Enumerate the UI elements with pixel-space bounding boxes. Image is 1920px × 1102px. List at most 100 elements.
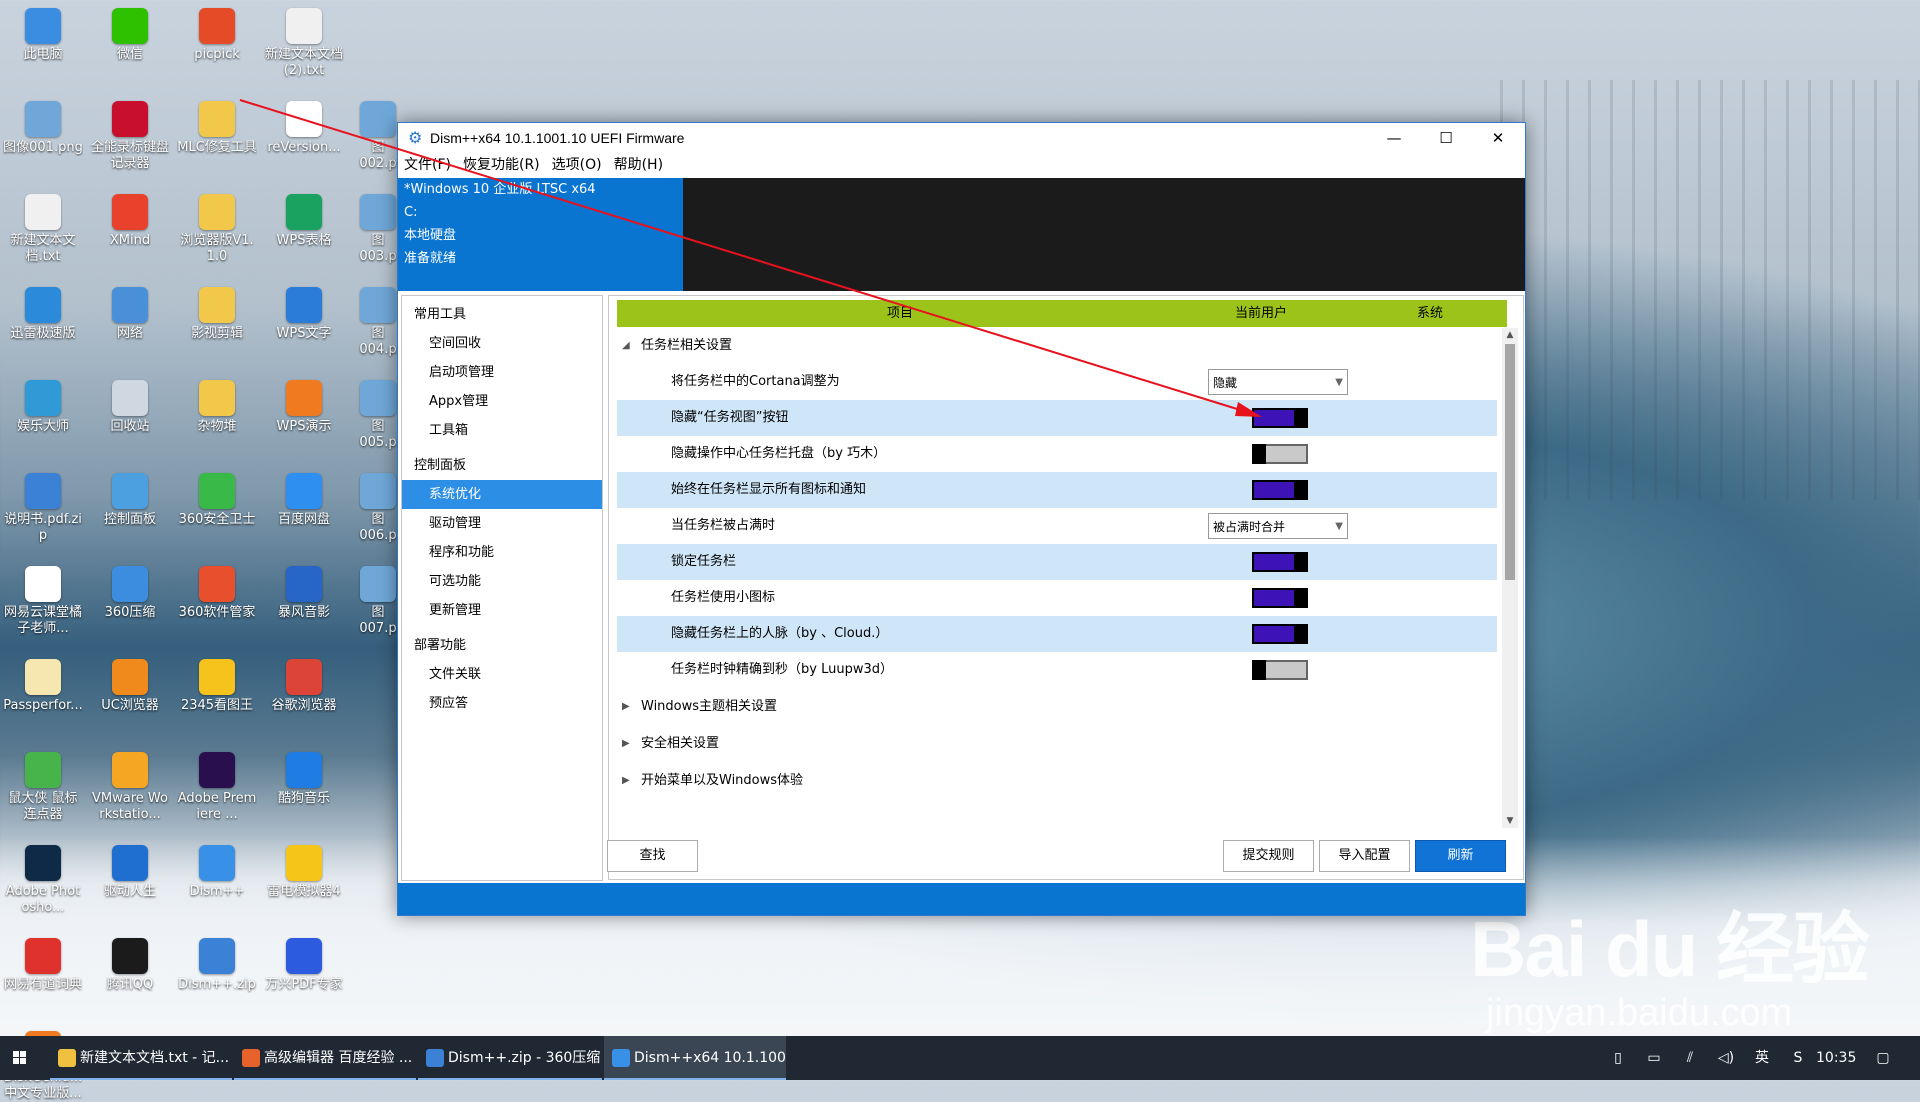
desktop-icon[interactable]: 新建文本文档 (2).txt [264, 4, 344, 79]
desktop-icon[interactable]: 控制面板 [90, 469, 170, 528]
taskbar-task[interactable]: Dism++x64 10.1.100... [604, 1036, 786, 1080]
expand-down-icon[interactable]: ◢ [622, 327, 630, 364]
desktop-icon[interactable]: 回收站 [90, 376, 170, 435]
sidebar-item-file-association[interactable]: 文件关联 [402, 660, 602, 689]
setting-toggle[interactable] [1252, 480, 1308, 500]
find-button[interactable]: 查找 [607, 840, 698, 872]
sidebar-item-appx-manager[interactable]: Appx管理 [402, 387, 602, 416]
desktop-icon[interactable]: Adobe Photosho... [3, 841, 83, 916]
desktop-icon[interactable]: WPS文字 [264, 283, 344, 342]
expand-right-icon[interactable]: ▶ [622, 688, 630, 725]
setting-toggle[interactable] [1252, 660, 1308, 680]
desktop-icon[interactable]: 驱动人生 [90, 841, 170, 900]
section-header[interactable]: ▶ 安全相关设置 [617, 725, 1497, 762]
setting-toggle[interactable] [1252, 444, 1308, 464]
scroll-thumb[interactable] [1505, 344, 1515, 580]
antivirus-icon[interactable]: S [1788, 1048, 1808, 1068]
desktop-icon[interactable]: 360软件管家 [177, 562, 257, 621]
desktop-icon[interactable]: 谷歌浏览器 [264, 655, 344, 714]
desktop-icon[interactable]: 杂物堆 [177, 376, 257, 435]
desktop-icon[interactable]: 暴风音影 [264, 562, 344, 621]
scroll-up-icon[interactable]: ▲ [1502, 328, 1518, 342]
desktop-icon[interactable]: 微信 [90, 4, 170, 63]
desktop-icon[interactable]: 腾讯QQ [90, 934, 170, 993]
desktop-icon[interactable]: 新建文本文档.txt [3, 190, 83, 265]
setting-toggle[interactable] [1252, 624, 1308, 644]
desktop-icon[interactable]: 网易云课堂橘子老师... [3, 562, 83, 637]
start-button[interactable] [0, 1036, 40, 1080]
desktop-icon[interactable]: 百度网盘 [264, 469, 344, 528]
system-info-panel[interactable]: *Windows 10 企业版 LTSC x64 C: 本地硬盘 准备就绪 [398, 178, 683, 291]
desktop-icon[interactable]: reVersion... [264, 97, 344, 156]
desktop-icon[interactable]: 网络 [90, 283, 170, 342]
desktop-icon[interactable]: 全能录标键盘记录器 [90, 97, 170, 172]
desktop-icon[interactable]: Adobe Premiere ... [177, 748, 257, 823]
sidebar-item-driver-manager[interactable]: 驱动管理 [402, 509, 602, 538]
desktop-icon[interactable]: Dism++ [177, 841, 257, 900]
desktop-icon[interactable]: UC浏览器 [90, 655, 170, 714]
desktop-icon[interactable]: 娱乐大师 [3, 376, 83, 435]
setting-toggle[interactable] [1252, 552, 1308, 572]
menu-options[interactable]: 选项(O) [546, 154, 608, 177]
section-header[interactable]: ▶ 开始菜单以及Windows体验 [617, 762, 1497, 799]
desktop-icon[interactable]: 浏览器版V1.1.0 [177, 190, 257, 265]
sidebar-item-system-optimize[interactable]: 系统优化 [402, 480, 602, 509]
sidebar-item-programs-features[interactable]: 程序和功能 [402, 538, 602, 567]
taskbar-task[interactable]: Dism++.zip - 360压缩 [418, 1036, 602, 1080]
desktop-icon[interactable]: 鼠大侠 鼠标连点器 [3, 748, 83, 823]
desktop-icon[interactable]: picpick [177, 4, 257, 63]
desktop-icon[interactable]: 360安全卫士 [177, 469, 257, 528]
minimize-button[interactable]: — [1368, 123, 1420, 154]
desktop-icon[interactable]: 万兴PDF专家 [264, 934, 344, 993]
desktop-icon[interactable]: 2345看图王 [177, 655, 257, 714]
desktop-icon[interactable]: Dism++.zip [177, 934, 257, 993]
refresh-button[interactable]: 刷新 [1415, 840, 1506, 872]
desktop-icon[interactable]: 图像001.png [3, 97, 83, 156]
expand-right-icon[interactable]: ▶ [622, 725, 630, 762]
desktop-icon[interactable]: 影视剪辑 [177, 283, 257, 342]
setting-toggle[interactable] [1252, 408, 1308, 428]
menu-restore[interactable]: 恢复功能(R) [457, 154, 546, 177]
taskbar-task[interactable]: 高级编辑器 百度经验 ... [234, 1036, 416, 1080]
menu-file[interactable]: 文件(F) [398, 154, 457, 177]
sidebar-item-pre-answer[interactable]: 预应答 [402, 689, 602, 718]
submit-rules-button[interactable]: 提交规则 [1223, 840, 1314, 872]
desktop-icon[interactable]: 网易有道词典 [3, 934, 83, 993]
phone-icon[interactable]: ▯ [1608, 1048, 1628, 1068]
expand-right-icon[interactable]: ▶ [622, 762, 630, 799]
desktop-icon[interactable]: 360压缩 [90, 562, 170, 621]
sidebar-item-space-reclaim[interactable]: 空间回收 [402, 329, 602, 358]
desktop-icon[interactable]: 此电脑 [3, 4, 83, 63]
setting-toggle[interactable] [1252, 588, 1308, 608]
close-button[interactable]: ✕ [1472, 123, 1524, 154]
menu-help[interactable]: 帮助(H) [608, 154, 669, 177]
clock[interactable]: 10:35 [1816, 1036, 1856, 1080]
sidebar-item-toolbox[interactable]: 工具箱 [402, 416, 602, 445]
import-config-button[interactable]: 导入配置 [1319, 840, 1410, 872]
desktop-icon[interactable]: 酷狗音乐 [264, 748, 344, 807]
desktop-icon[interactable]: 说明书.pdf.zip [3, 469, 83, 544]
sidebar-item-update-manager[interactable]: 更新管理 [402, 596, 602, 625]
desktop-icon[interactable]: 雷电模拟器4 [264, 841, 344, 900]
setting-dropdown[interactable]: 被占满时合并 ▼ [1208, 513, 1348, 539]
desktop-icon[interactable]: WPS演示 [264, 376, 344, 435]
battery-icon[interactable]: ▭ [1644, 1048, 1664, 1068]
sidebar-item-startup-manager[interactable]: 启动项管理 [402, 358, 602, 387]
taskbar-task[interactable]: 新建文本文档.txt - 记... [50, 1036, 232, 1080]
desktop-icon[interactable]: WPS表格 [264, 190, 344, 249]
title-bar[interactable]: ⚙ Dism++x64 10.1.1001.10 UEFI Firmware —… [398, 123, 1525, 154]
desktop-icon[interactable]: VMware Workstatio... [90, 748, 170, 823]
volume-icon[interactable]: ◁) [1716, 1048, 1736, 1068]
section-header[interactable]: ◢ 任务栏相关设置 [617, 327, 1497, 364]
input-method-icon[interactable]: 英 [1752, 1048, 1772, 1068]
sidebar-item-optional-features[interactable]: 可选功能 [402, 567, 602, 596]
scroll-down-icon[interactable]: ▼ [1502, 814, 1518, 828]
maximize-button[interactable]: ☐ [1420, 123, 1472, 154]
network-icon[interactable]: ⫽ [1680, 1048, 1700, 1068]
desktop-icon[interactable]: XMind [90, 190, 170, 249]
desktop-icon[interactable]: Passperfor... [3, 655, 83, 714]
scrollbar[interactable]: ▲ ▼ [1502, 328, 1518, 828]
desktop-icon[interactable]: 迅雷极速版 [3, 283, 83, 342]
setting-dropdown[interactable]: 隐藏 ▼ [1208, 369, 1348, 395]
desktop-icon[interactable]: MLC修复工具 [177, 97, 257, 156]
